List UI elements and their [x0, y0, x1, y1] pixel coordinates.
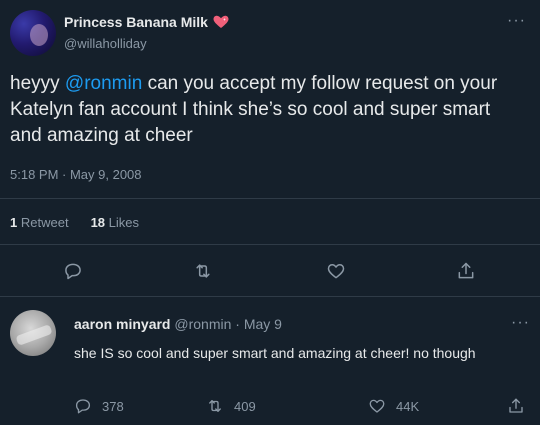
reply-share-button[interactable]	[507, 397, 525, 415]
tweet-text: heyyy @ronmin can you accept my follow r…	[10, 71, 525, 150]
retweet-button[interactable]	[190, 258, 216, 284]
likes-stat[interactable]: 18 Likes	[91, 215, 139, 230]
tweet-text-start: heyyy	[10, 73, 65, 94]
divider	[0, 296, 540, 297]
more-options-icon[interactable]: ···	[507, 12, 526, 30]
engagement-stats: 1 Retweet 18 Likes	[10, 215, 139, 230]
sparkling-heart-icon	[213, 15, 229, 29]
reply-header: aaron minyard @ronmin · May 9	[74, 316, 282, 332]
reply-icon	[65, 263, 81, 280]
retweet-count: 409	[234, 398, 256, 414]
reply-text: she IS so cool and super smart and amazi…	[74, 345, 476, 361]
like-icon	[327, 264, 345, 279]
handle[interactable]: @willaholliday	[64, 36, 147, 51]
reply-tweet[interactable]: aaron minyard @ronmin · May 9 ··· she IS…	[0, 304, 540, 425]
avatar[interactable]	[10, 10, 56, 56]
like-button[interactable]	[323, 258, 349, 284]
reply-count: 378	[102, 398, 124, 414]
reply-more-options-icon[interactable]: ···	[511, 314, 530, 332]
reply-handle-date[interactable]: @ronmin · May 9	[174, 316, 282, 332]
reply-like-button[interactable]: 44K	[368, 397, 419, 415]
divider	[0, 244, 540, 245]
likes-count: 18	[90, 215, 106, 230]
tweet-header: Princess Banana Milk @willaholliday ···	[10, 10, 530, 58]
like-icon	[369, 399, 385, 413]
reply-button[interactable]	[60, 258, 86, 284]
like-count: 44K	[396, 398, 420, 414]
share-icon	[458, 262, 474, 279]
reply-display-name[interactable]: aaron minyard	[74, 316, 170, 332]
retweets-count: 1	[10, 215, 18, 230]
likes-label: Likes	[108, 215, 140, 230]
action-bar	[0, 256, 540, 286]
reply-action-bar: 378 409 44K	[0, 397, 540, 419]
retweets-label: Retweet	[20, 215, 69, 230]
reply-avatar[interactable]	[10, 310, 56, 356]
reply-reply-button[interactable]: 378	[74, 397, 124, 415]
timestamp[interactable]: 5:18 PM · May 9, 2008	[10, 167, 142, 182]
divider	[0, 198, 540, 199]
share-icon	[509, 398, 523, 413]
author-name-row: Princess Banana Milk	[64, 14, 229, 30]
retweet-icon	[196, 264, 210, 278]
retweets-stat[interactable]: 1 Retweet	[10, 215, 69, 230]
mention-link[interactable]: @ronmin	[65, 73, 142, 94]
reply-icon	[75, 399, 91, 414]
display-name[interactable]: Princess Banana Milk	[64, 14, 208, 30]
share-button[interactable]	[453, 258, 479, 284]
reply-retweet-button[interactable]: 409	[206, 397, 256, 415]
retweet-icon	[209, 400, 221, 412]
